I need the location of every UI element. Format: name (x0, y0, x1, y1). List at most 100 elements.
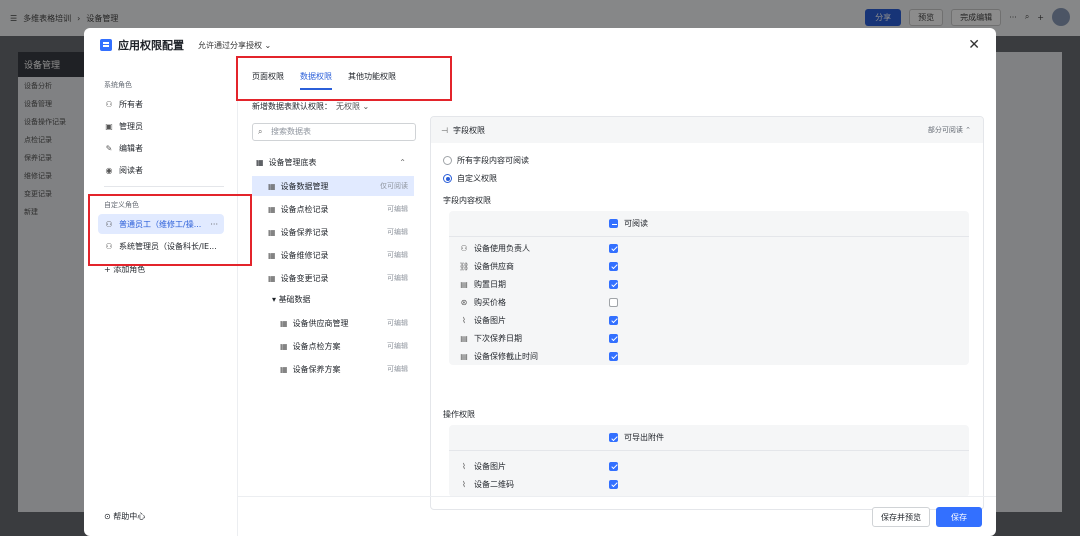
user-icon: ⚇ (460, 243, 468, 253)
role-editor[interactable]: ✎ 编辑者 (98, 138, 224, 158)
field-checkbox[interactable] (609, 297, 618, 307)
field-row: ⌇ 设备图片 (459, 311, 959, 329)
modal-footer: 保存并预览 保存 (238, 496, 996, 536)
tree-item-label: 设备保养方案 (292, 364, 341, 374)
tree-item[interactable]: ▦ 设备数据管理 仅可阅读 (252, 176, 414, 196)
tab-page-permission[interactable]: 页面权限 (252, 68, 284, 90)
field-row: ⛓ 设备供应商 (459, 257, 959, 275)
role-label: 所有者 (119, 99, 143, 109)
field-checkbox[interactable] (609, 351, 618, 361)
field-permission-panel: ⊣ 字段权限 部分可阅读 ⌃ 所有字段内容可阅读 自定义权限 字段内容权限 可阅… (430, 116, 984, 510)
field-permission-status[interactable]: 部分可阅读 ⌃ (928, 125, 971, 135)
tree-item[interactable]: ▦ 设备点检记录 可编辑 (252, 199, 414, 219)
field-name: 下次保养日期 (474, 333, 522, 343)
field-checkbox[interactable] (609, 479, 618, 489)
tree-group-label: 基础数据 (278, 295, 311, 304)
select-all-checkbox[interactable] (609, 433, 618, 442)
permission-tabs: 页面权限 数据权限 其他功能权限 (252, 68, 396, 90)
app-icon (100, 39, 112, 51)
help-label: 帮助中心 (113, 512, 146, 521)
more-icon[interactable]: ··· (210, 220, 218, 229)
table-icon: ▦ (268, 204, 276, 214)
save-and-preview-button[interactable]: 保存并预览 (872, 507, 930, 527)
table-icon: ▦ (268, 181, 276, 191)
save-button[interactable]: 保存 (936, 507, 982, 527)
role-system-admin[interactable]: ⚇ 系统管理员（设备科长/IE... (98, 236, 224, 256)
edit-icon: ✎ (105, 143, 113, 153)
share-auth-select[interactable]: 允许通过分享授权 ⌄ (198, 40, 271, 51)
tab-other-permission[interactable]: 其他功能权限 (348, 68, 396, 90)
field-permission-header[interactable]: ⊣ 字段权限 部分可阅读 ⌃ (431, 117, 983, 143)
search-icon: ⌕ (258, 127, 263, 136)
modal-title: 应用权限配置 (118, 39, 184, 52)
role-owner[interactable]: ⚇ 所有者 (98, 94, 224, 114)
radio-button-selected[interactable] (443, 174, 452, 183)
field-checkbox[interactable] (609, 279, 618, 289)
field-checkbox[interactable] (609, 333, 618, 343)
operation-permission-label: 操作权限 (443, 410, 475, 419)
radio-button[interactable] (443, 156, 452, 165)
field-name: 购置日期 (474, 279, 506, 289)
field-checkbox[interactable] (609, 261, 618, 271)
radio-all-readable[interactable]: 所有字段内容可阅读 (443, 155, 529, 166)
tree-item-permission: 可编辑 (387, 228, 408, 236)
table-search-input[interactable]: ⌕ 搜索数据表 (252, 123, 416, 141)
role-admin[interactable]: ▣ 管理员 (98, 116, 224, 136)
help-center-link[interactable]: ⊙ 帮助中心 (104, 511, 145, 522)
tree-root[interactable]: ▦ 设备管理底表 ⌃ (256, 157, 412, 168)
table-icon: ▦ (280, 364, 288, 374)
field-permission-status-label: 部分可阅读 (927, 126, 963, 134)
tree-item-permission: 可编辑 (387, 251, 408, 259)
tree-item-permission: 可编辑 (387, 274, 408, 282)
user-icon: ⚇ (105, 241, 113, 251)
default-permission-select[interactable]: 无权限 ⌄ (336, 102, 369, 111)
field-icon: ⊣ (441, 125, 448, 135)
tree-item[interactable]: ▦ 设备保养方案 可编辑 (252, 359, 414, 379)
chevron-up-icon[interactable]: ⌃ (399, 158, 406, 167)
tree-item[interactable]: ▦ 设备供应商管理 可编辑 (252, 313, 414, 333)
role-normal-staff[interactable]: ⚇ 普通员工（维修工/操... ··· (98, 214, 224, 234)
add-role-label: 添加角色 (113, 265, 146, 274)
tab-data-permission[interactable]: 数据权限 (300, 68, 332, 90)
field-row: ▤ 购置日期 (459, 275, 959, 293)
chevron-down-icon: ⌄ (362, 102, 370, 111)
admin-icon: ▣ (105, 121, 113, 131)
table-icon: ▦ (268, 273, 276, 283)
tree-item[interactable]: ▦ 设备保养记录 可编辑 (252, 222, 414, 242)
add-role-button[interactable]: + 添加角色 (104, 264, 145, 275)
select-all-checkbox[interactable] (609, 219, 618, 228)
radio-custom[interactable]: 自定义权限 (443, 173, 497, 184)
field-checkbox[interactable] (609, 243, 618, 253)
tree-item-permission: 可编辑 (387, 205, 408, 213)
field-name: 设备二维码 (474, 479, 514, 489)
field-content-grid: 可阅读 ⚇ 设备使用负责人 ⛓ 设备供应商 ▤ 购置日期 ⊛ 购买价格 ⌇ 设备图片 ▤ 下… (449, 211, 969, 365)
role-label: 阅读者 (119, 165, 143, 175)
custom-roles-label: 自定义角色 (104, 201, 139, 209)
tree-group[interactable]: ▾ 基础数据 (272, 294, 311, 305)
role-label: 编辑者 (119, 143, 143, 153)
radio-label: 所有字段内容可阅读 (457, 156, 529, 165)
tree-item[interactable]: ▦ 设备点检方案 可编辑 (252, 336, 414, 356)
role-reader[interactable]: ◉ 阅读者 (98, 160, 224, 180)
tree-item[interactable]: ▦ 设备变更记录 可编辑 (252, 268, 414, 288)
field-checkbox[interactable] (609, 315, 618, 325)
caret-down-icon: ▾ (272, 295, 277, 304)
column-label: 可导出附件 (624, 433, 664, 442)
field-checkbox[interactable] (609, 461, 618, 471)
field-name: 购买价格 (474, 297, 506, 307)
share-auth-select-value: 允许通过分享授权 (198, 40, 262, 50)
tree-item-label: 设备点检方案 (292, 341, 341, 351)
close-button[interactable]: ✕ (968, 37, 980, 53)
field-row: ▤ 下次保养日期 (459, 329, 959, 347)
table-icon: ▦ (256, 158, 264, 167)
divider (104, 186, 224, 187)
table-icon: ▦ (268, 227, 276, 237)
tree-item[interactable]: ▦ 设备维修记录 可编辑 (252, 245, 414, 265)
role-label: 普通员工（维修工/操... (119, 219, 202, 229)
tree-item-label: 设备维修记录 (280, 250, 329, 260)
permission-modal: 应用权限配置 允许通过分享授权 ⌄ ✕ 系统角色 ⚇ 所有者 ▣ 管理员 ✎ 编辑者 … (84, 28, 996, 536)
default-permission-value: 无权限 (336, 102, 360, 111)
tree-item-label: 设备供应商管理 (292, 318, 349, 328)
field-permission-title: 字段权限 (452, 125, 485, 135)
grid-header: 可导出附件 (449, 425, 969, 451)
